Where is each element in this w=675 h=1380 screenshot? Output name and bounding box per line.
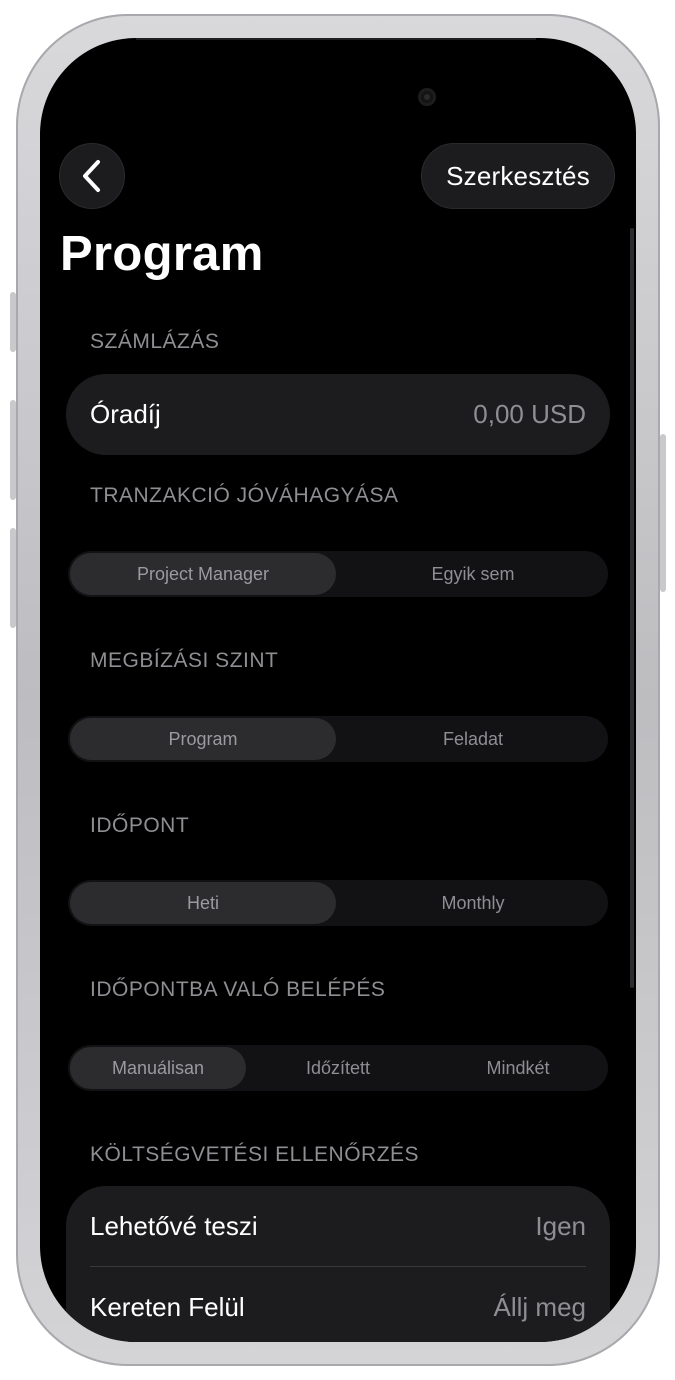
segment-manual[interactable]: Manuálisan bbox=[70, 1047, 246, 1089]
assignment-segmented-control: Program Feladat bbox=[68, 716, 608, 762]
over-budget-row[interactable]: Kereten Felül Állj meg bbox=[66, 1267, 610, 1342]
volume-up-button bbox=[10, 400, 16, 500]
power-button bbox=[660, 434, 666, 592]
approval-segmented-control: Project Manager Egyik sem bbox=[68, 551, 608, 597]
segment-both[interactable]: Mindkét bbox=[430, 1047, 606, 1089]
row-key: Kereten Felül bbox=[90, 1292, 245, 1322]
section-label-schedule: IDŐPONT bbox=[90, 814, 190, 837]
row-value: Állj meg bbox=[493, 1292, 586, 1322]
segment-none[interactable]: Egyik sem bbox=[340, 553, 606, 595]
row-key: Óradíj bbox=[90, 399, 161, 429]
hourly-rate-row[interactable]: Óradíj 0,00 USD bbox=[66, 374, 610, 455]
budget-card: Lehetővé teszi Igen Kereten Felül Állj m… bbox=[66, 1186, 610, 1342]
section-label-billing: SZÁMLÁZÁS bbox=[90, 330, 220, 353]
segment-monthly[interactable]: Monthly bbox=[340, 882, 606, 924]
entry-segmented-control: Manuálisan Időzített Mindkét bbox=[68, 1045, 608, 1091]
segment-weekly[interactable]: Heti bbox=[70, 882, 336, 924]
action-button bbox=[10, 292, 16, 352]
budget-enabled-row[interactable]: Lehetővé teszi Igen bbox=[66, 1186, 610, 1267]
schedule-segmented-control: Heti Monthly bbox=[68, 880, 608, 926]
segment-task[interactable]: Feladat bbox=[340, 718, 606, 760]
row-value: 0,00 USD bbox=[473, 399, 586, 429]
status-bar-edge bbox=[136, 38, 536, 40]
scrollbar[interactable] bbox=[630, 228, 634, 988]
front-camera bbox=[418, 88, 436, 106]
page-title: Program bbox=[60, 227, 264, 281]
phone-frame: Szerkesztés Program SZÁMLÁZÁS Óradíj 0,0… bbox=[10, 14, 666, 1366]
section-label-budget: KÖLTSÉGVETÉSI ELLENŐRZÉS bbox=[90, 1143, 420, 1166]
billing-card: Óradíj 0,00 USD bbox=[66, 374, 610, 455]
row-value: Igen bbox=[535, 1211, 586, 1241]
section-label-assignment: MEGBÍZÁSI SZINT bbox=[90, 649, 279, 672]
back-button[interactable] bbox=[59, 143, 125, 209]
segment-project-manager[interactable]: Project Manager bbox=[70, 553, 336, 595]
row-key: Lehetővé teszi bbox=[90, 1211, 258, 1241]
segment-timed[interactable]: Időzített bbox=[250, 1047, 426, 1089]
chevron-left-icon bbox=[83, 160, 100, 192]
volume-down-button bbox=[10, 528, 16, 628]
section-label-approval: TRANZAKCIÓ JÓVÁHAGYÁSA bbox=[90, 484, 399, 507]
screen: Szerkesztés Program SZÁMLÁZÁS Óradíj 0,0… bbox=[40, 38, 636, 1342]
section-label-entry: IDŐPONTBA VALÓ BELÉPÉS bbox=[90, 978, 386, 1001]
edit-button[interactable]: Szerkesztés bbox=[421, 143, 615, 209]
segment-program[interactable]: Program bbox=[70, 718, 336, 760]
